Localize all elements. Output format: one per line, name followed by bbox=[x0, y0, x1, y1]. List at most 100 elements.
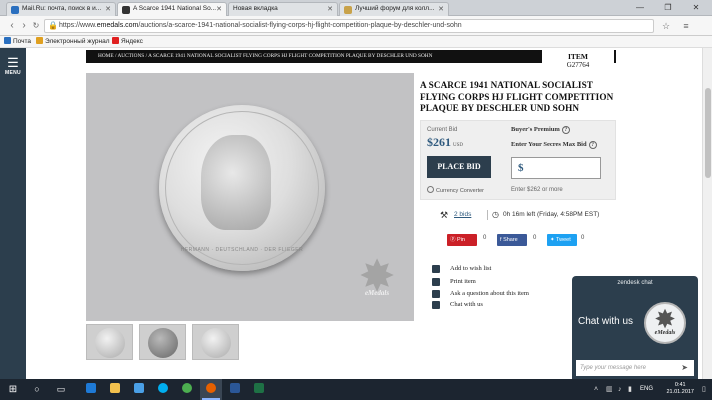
tab-title: Новая вкладка bbox=[233, 5, 278, 12]
firefox-taskbar-icon[interactable] bbox=[200, 379, 222, 400]
store-icon bbox=[134, 383, 144, 393]
url-input[interactable]: 🔒 https://www.emedals.com/auctions/a-sca… bbox=[44, 19, 654, 33]
bid-panel: Current Bid $261 USD Buyer's Premium? Ent… bbox=[420, 120, 616, 200]
min-bid-hint: Enter $262 or more bbox=[511, 187, 563, 193]
send-icon[interactable]: ➤ bbox=[681, 360, 688, 376]
bookmark-pochta[interactable]: Почта bbox=[4, 36, 31, 47]
browser-menu-icon[interactable]: ≡ bbox=[680, 20, 692, 32]
buyers-premium-link[interactable]: Buyer's Premium? bbox=[511, 126, 570, 134]
add-to-wishlist-link[interactable]: Add to wish list bbox=[432, 264, 491, 274]
print-icon bbox=[432, 278, 440, 286]
menu-label: MENU bbox=[5, 70, 21, 76]
close-tab-icon[interactable]: ✕ bbox=[438, 5, 444, 13]
edge-icon bbox=[86, 383, 96, 393]
store-taskbar-icon[interactable] bbox=[128, 379, 150, 400]
thumbnail-2[interactable] bbox=[139, 324, 186, 360]
bids-count-link[interactable]: 2 bids bbox=[454, 209, 471, 221]
windows-taskbar: ⊞ ○ ▭ ˄ ▥ ♪ ▮ ENG 0:41 21.01.2017 ▯ bbox=[0, 379, 712, 400]
secret-max-bid-text: Enter Your Secres Max Bid bbox=[511, 141, 587, 148]
back-icon[interactable]: ‹ bbox=[6, 20, 18, 32]
dollar-sign: $ bbox=[518, 162, 524, 174]
bookmark-journal[interactable]: Электронный журнал bbox=[36, 36, 110, 47]
pinterest-button[interactable]: ⓟ Pin bbox=[447, 234, 477, 246]
edge-taskbar-icon[interactable] bbox=[80, 379, 102, 400]
explorer-taskbar-icon[interactable] bbox=[104, 379, 126, 400]
reload-icon[interactable]: ↻ bbox=[30, 20, 42, 32]
bookmark-yandex[interactable]: Яндекс bbox=[112, 36, 143, 47]
badge-text: eMedals bbox=[654, 330, 676, 336]
product-title: A SCARCE 1941 NATIONAL SOCIALIST FLYING … bbox=[420, 80, 614, 113]
forward-icon[interactable]: › bbox=[18, 20, 30, 32]
question-icon bbox=[432, 290, 440, 298]
firefox-icon bbox=[206, 383, 216, 393]
tweet-button[interactable]: ✦ Tweet bbox=[547, 234, 577, 246]
zendesk-header[interactable]: zendesk chat bbox=[572, 276, 698, 290]
breadcrumb-auctions[interactable]: AUCTIONS bbox=[117, 53, 144, 59]
page-scrollbar[interactable] bbox=[702, 48, 712, 379]
medal-image: HERMANN · DEUTSCHLAND · DER FLIEGER bbox=[159, 105, 325, 271]
currency-converter-label: Currency Converter bbox=[436, 188, 484, 194]
facebook-share-button[interactable]: f Share bbox=[497, 234, 527, 246]
thumbnail-1[interactable] bbox=[86, 324, 133, 360]
tab-new[interactable]: Новая вкладка ✕ bbox=[228, 2, 338, 16]
tab-mailru[interactable]: Mail.Ru: почта, поиск в и... ✕ bbox=[6, 2, 116, 16]
tab-forum[interactable]: Лучший форум для колл... ✕ bbox=[339, 2, 449, 16]
skype-taskbar-icon[interactable] bbox=[152, 379, 174, 400]
journal-icon bbox=[36, 37, 43, 44]
chat-with-us-link[interactable]: Chat with us bbox=[432, 300, 483, 310]
ask-question-link[interactable]: Ask a question about this item bbox=[432, 289, 529, 299]
help-icon[interactable]: ? bbox=[561, 126, 570, 134]
url-scheme: https://www. bbox=[59, 22, 97, 29]
breadcrumb-current: A SCARCE 1941 NATIONAL SOCIALIST FLYING … bbox=[148, 53, 433, 59]
max-bid-input[interactable]: $ bbox=[511, 157, 601, 179]
chat-icon bbox=[432, 301, 440, 309]
menu-button[interactable]: ☰ MENU bbox=[0, 56, 26, 86]
currency-converter-link[interactable]: Currency Converter bbox=[427, 186, 484, 194]
secret-max-bid-label: Enter Your Secres Max Bid? bbox=[511, 141, 597, 149]
scrollbar-thumb[interactable] bbox=[705, 88, 711, 178]
restore-window-icon[interactable]: ❐ bbox=[658, 2, 678, 14]
zendesk-chat-widget[interactable]: zendesk chat Chat with us ✸ eMedals Type… bbox=[572, 276, 698, 380]
place-bid-button[interactable]: PLACE BID bbox=[427, 156, 491, 178]
hamburger-icon: ☰ bbox=[7, 55, 19, 70]
medal-legend: HERMANN · DEUTSCHLAND · DER FLIEGER bbox=[180, 247, 304, 253]
excel-taskbar-icon[interactable] bbox=[248, 379, 270, 400]
start-windows-icon[interactable]: ⊞ bbox=[2, 379, 24, 400]
thumbnail-3[interactable] bbox=[192, 324, 239, 360]
breadcrumb-sep: / bbox=[145, 53, 148, 59]
bid-status-row: ⚒ 2 bids ◷ 0h 16m left (Friday, 4:58PM E… bbox=[440, 209, 610, 221]
heart-icon bbox=[432, 265, 440, 273]
divider bbox=[487, 210, 488, 220]
share-label: Share bbox=[503, 237, 518, 243]
volume-icon[interactable]: ♪ bbox=[618, 379, 622, 400]
word-taskbar-icon[interactable] bbox=[224, 379, 246, 400]
tray-chevron-icon[interactable]: ˄ bbox=[594, 379, 598, 400]
breadcrumb-home[interactable]: HOME bbox=[98, 53, 114, 59]
close-tab-icon[interactable]: ✕ bbox=[327, 5, 333, 13]
print-item-link[interactable]: Print item bbox=[432, 277, 476, 287]
star-bookmark-icon[interactable]: ☆ bbox=[660, 20, 672, 32]
action-label: Ask a question about this item bbox=[450, 290, 529, 297]
taskbar-clock[interactable]: 0:41 21.01.2017 bbox=[666, 382, 694, 396]
search-icon[interactable]: ○ bbox=[26, 379, 48, 400]
watermark-text: eMedals bbox=[364, 289, 390, 297]
chrome-taskbar-icon[interactable] bbox=[176, 379, 198, 400]
network-icon[interactable]: ▥ bbox=[606, 379, 613, 400]
battery-icon[interactable]: ▮ bbox=[628, 379, 632, 400]
mail-icon bbox=[4, 37, 11, 44]
clock-icon: ◷ bbox=[492, 210, 499, 219]
close-tab-icon[interactable]: ✕ bbox=[105, 5, 111, 13]
tab-emedals[interactable]: A Scarce 1941 National So... ✕ bbox=[117, 2, 227, 16]
bookmark-label: Почта bbox=[13, 38, 32, 45]
help-icon[interactable]: ? bbox=[588, 141, 597, 149]
minimize-window-icon[interactable]: — bbox=[630, 2, 650, 14]
notifications-icon[interactable]: ▯ bbox=[702, 379, 706, 400]
item-number-box: ITEM G27764 bbox=[542, 49, 614, 73]
clock-time: 0:41 bbox=[674, 382, 686, 388]
task-view-icon[interactable]: ▭ bbox=[50, 379, 72, 400]
close-tab-icon[interactable]: ✕ bbox=[216, 5, 222, 13]
language-indicator[interactable]: ENG bbox=[640, 379, 653, 400]
chat-message-input[interactable]: Type your message here ➤ bbox=[576, 360, 694, 376]
product-photo[interactable]: HERMANN · DEUTSCHLAND · DER FLIEGER ✸ eM… bbox=[86, 73, 414, 321]
close-window-icon[interactable]: ✕ bbox=[686, 2, 706, 14]
